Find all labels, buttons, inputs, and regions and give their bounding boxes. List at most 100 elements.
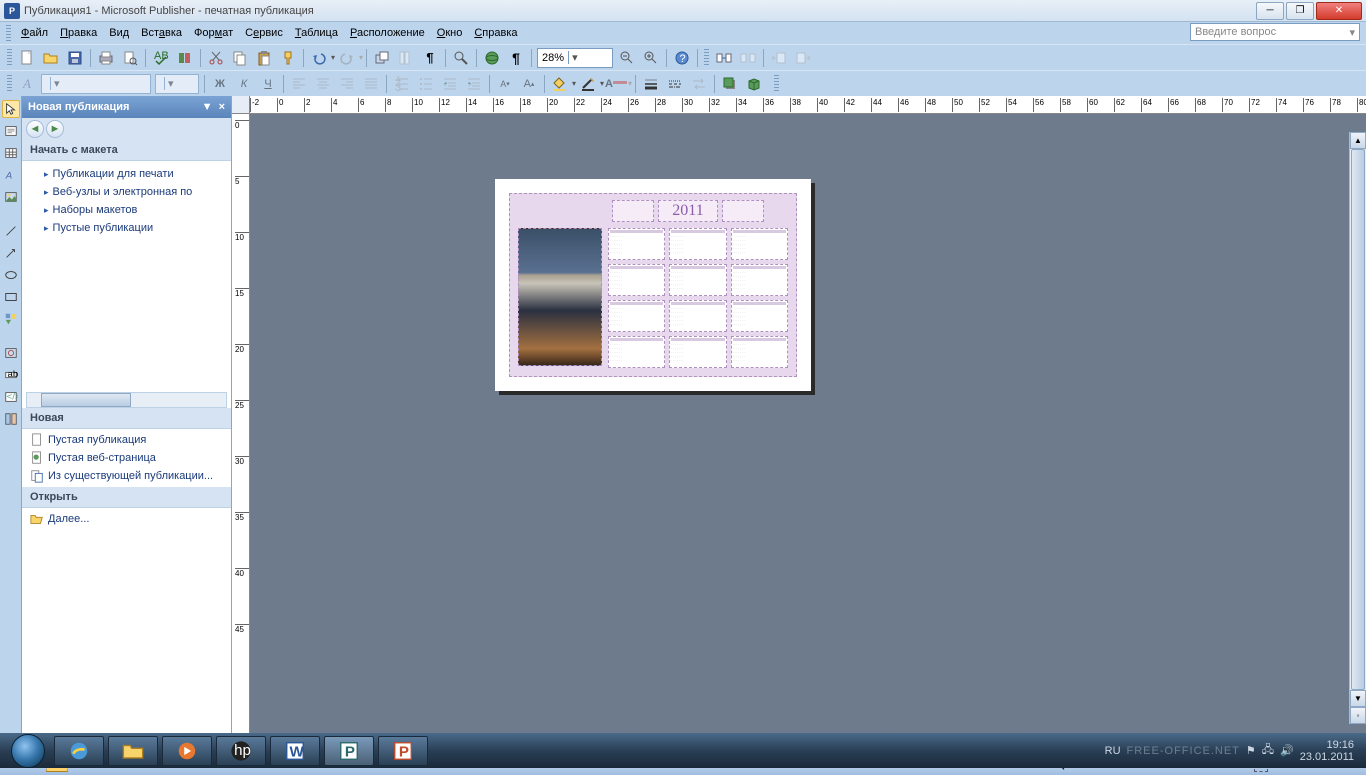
styles-button[interactable]: A [16, 73, 38, 95]
next-frame-button[interactable] [792, 47, 814, 69]
zoom-tool-button[interactable] [450, 47, 472, 69]
maximize-button[interactable]: ❐ [1286, 2, 1314, 20]
toolbar-grip[interactable] [704, 49, 709, 67]
calendar-month[interactable]: · · · · · · ·· · · · · · ·· · · · · · ··… [669, 264, 726, 296]
paste-button[interactable] [253, 47, 275, 69]
menu-table[interactable]: Таблица [289, 25, 344, 41]
bold-button[interactable]: Ж [209, 73, 231, 95]
wordart-tool[interactable]: A [2, 166, 20, 184]
ruler-vertical[interactable]: 051015202530354045 [232, 114, 250, 741]
canvas-view[interactable]: 2011 · · · · · · ·· · · · · · ·· · · · ·… [250, 114, 1366, 741]
copy-button[interactable] [229, 47, 251, 69]
print-preview-button[interactable] [119, 47, 141, 69]
increase-indent-button[interactable] [463, 73, 485, 95]
calendar-ornament-left[interactable] [612, 200, 654, 222]
textbox-tool[interactable] [2, 122, 20, 140]
calendar-group[interactable]: 2011 · · · · · · ·· · · · · · ·· · · · ·… [509, 193, 797, 377]
cut-button[interactable] [205, 47, 227, 69]
toolbar-grip[interactable] [7, 75, 12, 93]
spellcheck-button[interactable]: ABC [150, 47, 172, 69]
hotspot-tool[interactable] [2, 344, 20, 362]
underline-button[interactable]: Ч [257, 73, 279, 95]
3d-button[interactable] [743, 73, 765, 95]
autoshapes-tool[interactable] [2, 310, 20, 328]
scroll-up-button[interactable]: ▲ [1350, 132, 1366, 149]
connect-frames-button[interactable] [713, 47, 735, 69]
calendar-year[interactable]: 2011 [658, 200, 718, 222]
calendar-month[interactable]: · · · · · · ·· · · · · · ·· · · · · · ··… [608, 264, 665, 296]
taskpane-close[interactable]: × [219, 101, 225, 113]
tray-clock[interactable]: 19:16 23.01.2011 [1300, 739, 1354, 763]
decrease-indent-button[interactable] [439, 73, 461, 95]
scroll-page-button[interactable]: ◦ [1350, 707, 1366, 724]
toolbar-grip[interactable] [6, 25, 11, 41]
link-blank-webpage[interactable]: Пустая веб-страница [22, 449, 231, 467]
bullet-list-button[interactable] [415, 73, 437, 95]
italic-button[interactable]: К [233, 73, 255, 95]
calendar-month[interactable]: · · · · · · ·· · · · · · ·· · · · · · ··… [608, 300, 665, 332]
minimize-button[interactable]: ─ [1256, 2, 1284, 20]
link-blank-publication[interactable]: Пустая публикация [22, 431, 231, 449]
decrease-font-button[interactable]: A▾ [494, 73, 516, 95]
toolbar-grip[interactable] [7, 49, 12, 67]
calendar-month[interactable]: · · · · · · ·· · · · · · ·· · · · · · ··… [669, 300, 726, 332]
scroll-down-button[interactable]: ▼ [1350, 690, 1366, 707]
arrow-style-button[interactable] [688, 73, 710, 95]
menu-arrange[interactable]: Расположение [344, 25, 431, 41]
align-center-button[interactable] [312, 73, 334, 95]
vertical-scrollbar[interactable]: ▲ ▼ ◦ [1349, 132, 1366, 724]
menu-insert[interactable]: Вставка [135, 25, 188, 41]
save-button[interactable] [64, 47, 86, 69]
special-chars-button[interactable]: ¶ [419, 47, 441, 69]
font-combo[interactable]: ▾ [41, 74, 151, 94]
zoom-in-button[interactable] [640, 47, 662, 69]
tray-lang[interactable]: RU [1105, 745, 1121, 757]
link-from-existing[interactable]: Из существующей публикации... [22, 467, 231, 485]
menu-window[interactable]: Окно [431, 25, 469, 41]
font-size-combo[interactable]: ▾ [155, 74, 199, 94]
taskpane-hscroll[interactable] [26, 392, 227, 408]
calendar-month[interactable]: · · · · · · ·· · · · · · ·· · · · · · ··… [731, 300, 788, 332]
ruler-horizontal[interactable]: -202468101214161820222426283032343638404… [250, 96, 1366, 114]
calendar-month[interactable]: · · · · · · ·· · · · · · ·· · · · · · ··… [731, 228, 788, 260]
menu-file[interactable]: Файл [15, 25, 54, 41]
increase-font-button[interactable]: A▴ [518, 73, 540, 95]
menu-tools[interactable]: Сервис [239, 25, 289, 41]
taskbar-app-ie[interactable] [54, 736, 104, 766]
layout-item-sets[interactable]: Наборы макетов [40, 201, 231, 219]
link-open-more[interactable]: Далее... [22, 510, 231, 528]
bring-front-button[interactable] [371, 47, 393, 69]
new-button[interactable] [16, 47, 38, 69]
menu-edit[interactable]: Правка [54, 25, 103, 41]
table-tool[interactable] [2, 144, 20, 162]
print-button[interactable] [95, 47, 117, 69]
tray-volume-icon[interactable]: 🔊 [1280, 744, 1294, 757]
columns-button[interactable] [395, 47, 417, 69]
zoom-out-button[interactable] [616, 47, 638, 69]
calendar-ornament-right[interactable] [722, 200, 764, 222]
line-color-button[interactable] [577, 73, 599, 95]
pointer-tool[interactable] [2, 100, 20, 118]
picture-frame-tool[interactable] [2, 188, 20, 206]
break-link-button[interactable] [737, 47, 759, 69]
line-tool[interactable] [2, 222, 20, 240]
layout-item-print[interactable]: Публикации для печати [40, 165, 231, 183]
line-style-button[interactable] [640, 73, 662, 95]
menu-format[interactable]: Формат [188, 25, 239, 41]
publication-page[interactable]: 2011 · · · · · · ·· · · · · · ·· · · · ·… [495, 179, 811, 391]
taskpane-dropdown[interactable]: ▼ [202, 101, 213, 113]
taskbar-app-explorer[interactable] [108, 736, 158, 766]
scroll-thumb[interactable] [1351, 149, 1365, 690]
zoom-combo[interactable]: 28% ▾ [537, 48, 613, 68]
calendar-photo[interactable] [518, 228, 602, 366]
calendar-month[interactable]: · · · · · · ·· · · · · · ·· · · · · · ··… [608, 228, 665, 260]
taskbar-app-publisher[interactable]: P [324, 736, 374, 766]
tray-flag-icon[interactable]: ⚑ [1246, 744, 1256, 757]
oval-tool[interactable] [2, 266, 20, 284]
align-left-button[interactable] [288, 73, 310, 95]
taskbar-app-hp[interactable]: hp [216, 736, 266, 766]
design-gallery-tool[interactable] [2, 410, 20, 428]
arrow-tool[interactable] [2, 244, 20, 262]
start-button[interactable] [6, 734, 50, 768]
help-button[interactable]: ? [671, 47, 693, 69]
